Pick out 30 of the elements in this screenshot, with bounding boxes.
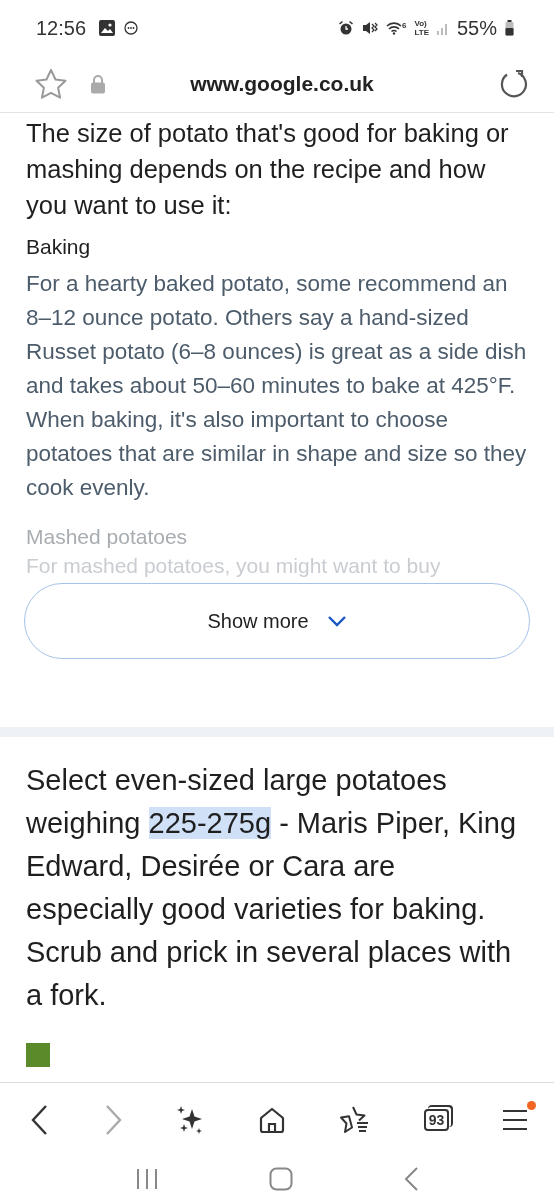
- reload-icon[interactable]: [498, 69, 528, 99]
- answer-intro: The size of potato that's good for baking or mashing depends on the recipe and how you want to use it:: [26, 118, 510, 221]
- site-favicon: [26, 1043, 50, 1067]
- lte-label: LTE: [414, 28, 429, 37]
- section-heading: Mashed potatoes: [26, 524, 189, 550]
- section-text: For a hearty baked potato, some recommend an 8–12 ounce potato. Others say a hand-sized Russet potato (6–8 ounces) is great as a side dish and takes about 50–60 minutes to bake at 425°F. When baking, it's also important to choose potatoes that are similar in shape and size so they cook evenly.: [26, 270, 528, 502]
- bookmark-star-icon[interactable]: [34, 68, 68, 100]
- home-button-icon[interactable]: [269, 1166, 293, 1191]
- signal-icon: [436, 21, 449, 35]
- mute-icon: [362, 20, 378, 36]
- battery-icon: [505, 20, 514, 36]
- recent-apps-icon[interactable]: [135, 1166, 159, 1191]
- volte-label: Vo): [414, 19, 428, 28]
- status-time: 12:56: [36, 16, 87, 40]
- menu-icon[interactable]: [502, 1108, 528, 1132]
- section-heading: Baking: [26, 234, 92, 260]
- wifi-icon: [386, 21, 402, 35]
- image-icon: [98, 19, 117, 37]
- show-more-button[interactable]: Show more: [24, 583, 530, 659]
- snippet-text: Select even-sized large potatoes weighing 225-275g - Maris Piper, King Edward, Desirée or Cara are especially good varieties for baking. Scrub and prick in several places with a fork.: [26, 763, 518, 1013]
- home-icon[interactable]: [258, 1106, 287, 1134]
- back-icon[interactable]: [30, 1104, 50, 1136]
- more-icon: [124, 21, 139, 35]
- chevron-down-icon: [326, 615, 347, 627]
- wifi-generation: 6: [402, 21, 407, 30]
- back-button-icon[interactable]: [403, 1165, 419, 1192]
- url-text[interactable]: www.google.co.uk: [106, 72, 458, 96]
- lock-icon: [90, 74, 106, 94]
- battery-percent: 55%: [456, 16, 497, 40]
- alarm-icon: [338, 20, 354, 36]
